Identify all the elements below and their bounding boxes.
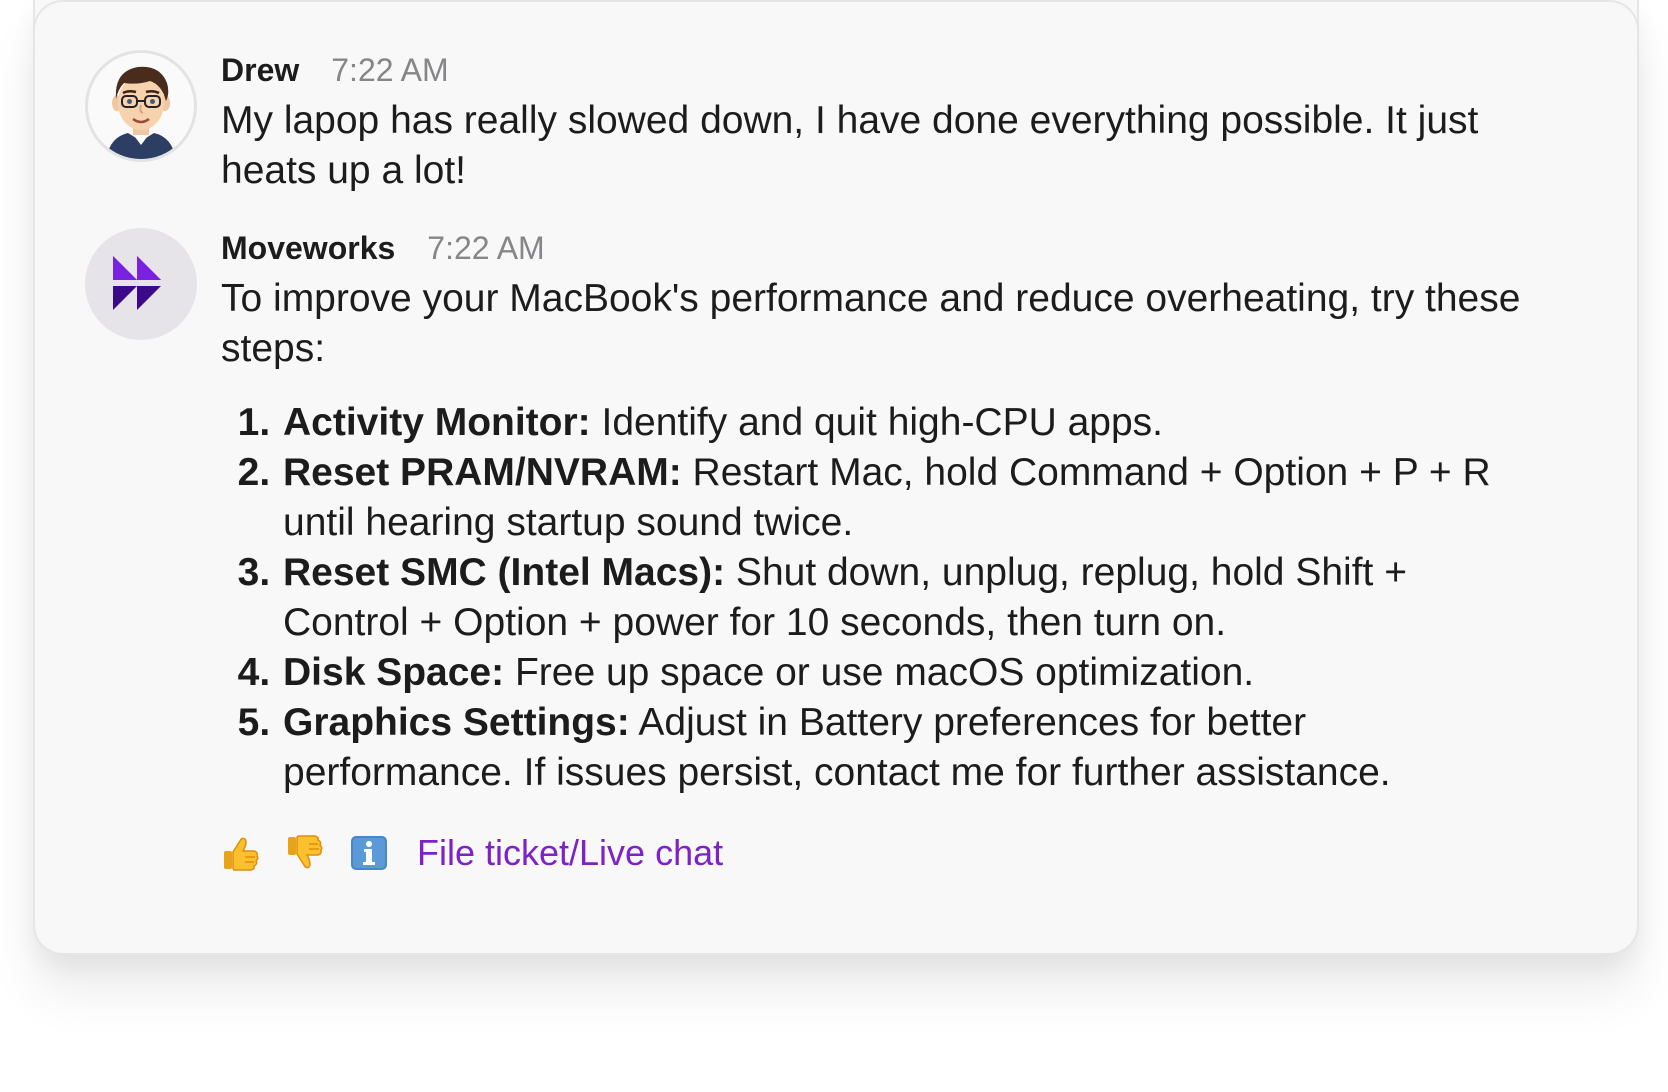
thumbs-down-icon[interactable] <box>285 833 325 873</box>
list-item: Graphics Settings: Adjust in Battery pre… <box>281 698 1537 798</box>
list-item: Reset PRAM/NVRAM: Restart Mac, hold Comm… <box>281 448 1537 548</box>
message-content: Drew 7:22 AM My lapop has really slowed d… <box>221 50 1537 196</box>
thumbs-up-icon[interactable] <box>221 833 261 873</box>
step-title: Graphics Settings: <box>283 701 630 744</box>
step-title: Reset SMC (Intel Macs): <box>283 551 726 594</box>
bitmoji-avatar-icon <box>106 66 176 159</box>
file-ticket-link[interactable]: File ticket/Live chat <box>417 832 723 874</box>
step-title: Disk Space: <box>283 651 505 694</box>
list-item: Reset SMC (Intel Macs): Shut down, unplu… <box>281 548 1537 648</box>
step-text: Identify and quit high-CPU apps. <box>590 401 1164 444</box>
sender-name[interactable]: Drew <box>221 50 299 90</box>
sender-name[interactable]: Moveworks <box>221 228 395 268</box>
moveworks-logo-icon <box>113 256 161 310</box>
list-item: Activity Monitor: Identify and quit high… <box>281 398 1537 448</box>
list-item: Disk Space: Free up space or use macOS o… <box>281 648 1537 698</box>
message-text: My lapop has really slowed down, I have … <box>221 99 1479 192</box>
timestamp[interactable]: 7:22 AM <box>331 50 448 90</box>
timestamp[interactable]: 7:22 AM <box>427 228 544 268</box>
chat-card: Drew 7:22 AM My lapop has really slowed d… <box>33 0 1639 955</box>
message-intro: To improve your MacBook's performance an… <box>221 277 1521 370</box>
avatar-drew[interactable] <box>85 50 197 162</box>
step-title: Activity Monitor: <box>283 401 591 444</box>
steps-list: Activity Monitor: Identify and quit high… <box>221 398 1537 798</box>
step-title: Reset PRAM/NVRAM: <box>283 451 682 494</box>
message-header: Moveworks 7:22 AM <box>221 228 1537 268</box>
avatar-moveworks[interactable] <box>85 228 197 340</box>
step-text: Free up space or use macOS optimization. <box>504 651 1255 694</box>
message-content: Moveworks 7:22 AM To improve your MacBook… <box>221 228 1537 878</box>
info-icon[interactable] <box>349 833 389 873</box>
message-actions: File ticket/Live chat <box>221 828 1537 878</box>
message-header: Drew 7:22 AM <box>221 50 1537 90</box>
